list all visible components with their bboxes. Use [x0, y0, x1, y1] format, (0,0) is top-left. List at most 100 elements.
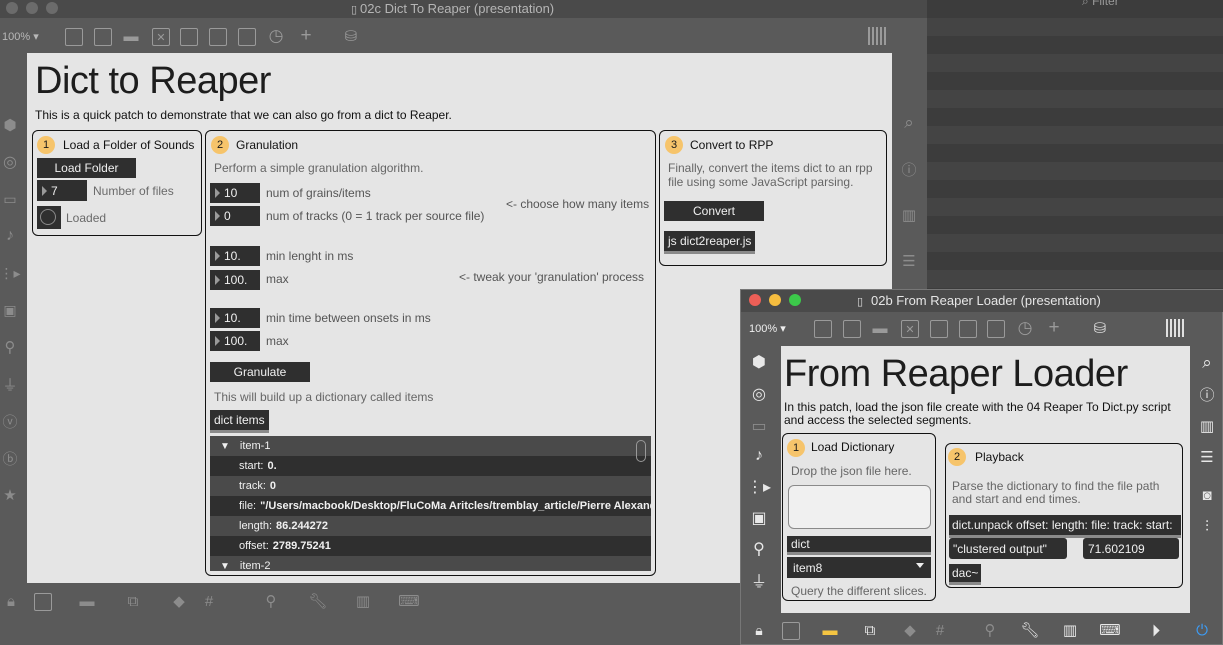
book-icon[interactable]: ▥	[899, 205, 919, 225]
min-onset-number[interactable]: 10.	[210, 308, 260, 328]
windows-icon[interactable]: ⧉	[124, 592, 142, 610]
button-object-icon[interactable]	[930, 320, 948, 338]
presentation-mode-icon[interactable]	[782, 622, 800, 640]
slider-object-icon[interactable]	[987, 320, 1005, 338]
add-object-icon[interactable]: +	[296, 25, 316, 46]
dict-item-row[interactable]: ▼ item-2	[210, 556, 651, 571]
audio-on-icon[interactable]: ⏵	[1145, 620, 1167, 642]
music-note-icon[interactable]: ♪	[749, 446, 769, 466]
dict-unpack-object[interactable]: dict.unpack offset: length: file: track:…	[949, 515, 1181, 538]
comment-bubble-icon[interactable]: ▬	[78, 592, 96, 610]
number-box[interactable]: 71.602109	[1083, 538, 1179, 559]
play-dots-icon[interactable]: ⋮▸	[0, 264, 21, 282]
dict-entry-row[interactable]: track: 0	[210, 476, 651, 496]
debug-icon[interactable]: ⚲	[262, 592, 280, 610]
max-length-number[interactable]: 100.	[210, 270, 260, 290]
lock-icon[interactable]: 🔒︎	[2, 592, 20, 610]
search-icon[interactable]: ⌕	[899, 113, 919, 133]
grid-keyboard-icon[interactable]	[1166, 319, 1186, 337]
rectangle-icon[interactable]: ▭	[1, 190, 19, 208]
loaded-toggle[interactable]	[37, 206, 61, 229]
expand-arrow-icon[interactable]: ▼	[220, 441, 230, 452]
minimize-window-button[interactable]	[769, 294, 781, 306]
zoom-menu[interactable]: 100% ▾	[2, 30, 39, 43]
comment-bubble-icon[interactable]: ▬	[821, 621, 839, 639]
presentation-icon[interactable]	[65, 28, 83, 46]
image-icon[interactable]: ▣	[749, 508, 769, 528]
js-object[interactable]: js dict2reaper.js	[664, 231, 756, 254]
sliders-icon[interactable]: ⫶	[1197, 516, 1217, 536]
item-menu[interactable]: item8	[787, 557, 931, 578]
dict-object[interactable]: dict	[787, 536, 931, 555]
paint-bucket-icon[interactable]: ⛁	[340, 26, 362, 46]
paperclip-icon[interactable]: ⚲	[1, 338, 19, 356]
speech-bubble-icon[interactable]: ▬	[871, 319, 889, 337]
badge-icon[interactable]: ⓑ	[1, 449, 19, 468]
star-icon[interactable]: ★	[1, 486, 19, 504]
dict-items-object[interactable]: dict items	[210, 410, 269, 433]
file-count-number[interactable]: 7	[37, 180, 87, 201]
dict-item-row[interactable]: ▼ item-1	[210, 436, 651, 456]
close-window-button[interactable]	[6, 2, 18, 14]
keyboard-icon[interactable]: ⌨	[1099, 621, 1121, 639]
dict-entry-row[interactable]: file: "/Users/macbook/Desktop/FluCoMa Ari…	[210, 496, 651, 516]
paperclip-icon[interactable]: ⚲	[749, 539, 769, 559]
dial-icon[interactable]: ◷	[266, 26, 286, 46]
minimize-window-button[interactable]	[26, 2, 38, 14]
dial-icon[interactable]: ◷	[1015, 318, 1035, 338]
granulate-button[interactable]: Granulate	[210, 362, 310, 382]
speech-bubble-icon[interactable]: ▬	[122, 27, 140, 45]
image-icon[interactable]: ▣	[1, 301, 19, 319]
dict-entry-row[interactable]: offset: 2789.75241	[210, 536, 651, 556]
target-icon[interactable]: ◎	[1, 153, 19, 171]
piano-icon[interactable]: ▥	[354, 592, 372, 610]
tracks-number[interactable]: 0	[210, 206, 260, 226]
zoom-window-button[interactable]	[789, 294, 801, 306]
info-icon[interactable]: ⓘ	[1197, 384, 1217, 404]
wrench-icon[interactable]: 🔧︎	[1020, 621, 1039, 639]
filter-field[interactable]: ⌕ Filter	[1082, 0, 1119, 9]
music-note-icon[interactable]: ♪	[1, 227, 19, 245]
slider-object-icon[interactable]	[238, 28, 256, 46]
windows-icon[interactable]: ⧉	[861, 621, 879, 639]
debug-icon[interactable]: ⚲	[981, 621, 999, 639]
comment-icon[interactable]	[843, 320, 861, 338]
close-window-button[interactable]	[749, 294, 761, 306]
add-object-icon[interactable]: +	[1044, 317, 1064, 338]
keyboard-icon[interactable]: ⌨	[398, 592, 420, 610]
max-onset-number[interactable]: 100.	[210, 331, 260, 351]
piano-icon[interactable]: ▥	[1061, 621, 1079, 639]
presentation-icon[interactable]	[814, 320, 832, 338]
wrench-icon[interactable]: 🔧︎	[308, 592, 327, 610]
target-icon[interactable]: ◎	[749, 384, 769, 404]
play-object-icon[interactable]	[959, 320, 977, 338]
load-folder-button[interactable]: Load Folder	[37, 158, 136, 178]
grid-icon[interactable]: #	[931, 621, 949, 639]
grid-keyboard-icon[interactable]	[868, 27, 888, 45]
power-icon[interactable]: ⏻	[1193, 621, 1211, 639]
dict-entry-row[interactable]: start: 0.	[210, 456, 651, 476]
rectangle-icon[interactable]: ▭	[749, 416, 769, 436]
play-dots-icon[interactable]: ⋮▸	[747, 477, 771, 497]
file-drop-zone[interactable]	[788, 485, 931, 529]
cube-icon[interactable]: ⬢	[749, 352, 769, 372]
plug-icon[interactable]: ⏚	[1, 375, 19, 394]
expand-arrow-icon[interactable]: ▼	[220, 561, 230, 572]
grid-icon[interactable]: #	[200, 592, 218, 610]
convert-button[interactable]: Convert	[664, 201, 764, 221]
dict-entry-row[interactable]: length: 86.244272	[210, 516, 651, 536]
search-icon[interactable]: ⌕	[1197, 353, 1217, 373]
message-box-icon[interactable]: ✕	[152, 28, 170, 46]
list-icon[interactable]: ☰	[1197, 447, 1217, 467]
zoom-menu[interactable]: 100% ▾	[749, 322, 786, 335]
camera-icon[interactable]: ◙	[1197, 485, 1217, 505]
presentation-mode-icon[interactable]	[34, 593, 52, 611]
message-box-icon[interactable]: ✕	[901, 320, 919, 338]
play-object-icon[interactable]	[209, 28, 227, 46]
output-message[interactable]: "clustered output"	[949, 538, 1067, 559]
dac-object[interactable]: dac~	[949, 564, 982, 585]
vimeo-icon[interactable]: ⓥ	[1, 412, 19, 431]
grains-number[interactable]: 10	[210, 183, 260, 203]
hide-icon[interactable]: ◆	[170, 592, 188, 610]
paint-bucket-icon[interactable]: ⛁	[1089, 318, 1111, 338]
